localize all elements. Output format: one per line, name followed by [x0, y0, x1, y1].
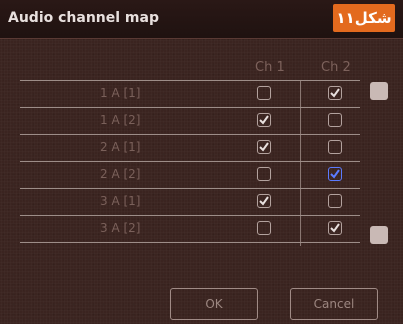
checkmark-icon — [330, 223, 340, 233]
ch2-checkbox[interactable] — [328, 86, 342, 100]
column-header-ch1: Ch 1 — [255, 60, 285, 75]
row-label: 2 A [1] — [100, 140, 141, 154]
row-label: 1 A [1] — [100, 86, 141, 100]
table-row: 2 A [1] — [20, 134, 360, 161]
row-label: 3 A [2] — [100, 221, 141, 235]
checkmark-icon — [259, 142, 269, 152]
ch2-checkbox[interactable] — [328, 113, 342, 127]
dialog-title: Audio channel map — [8, 10, 159, 26]
scroll-up-button[interactable] — [370, 82, 388, 100]
audio-channel-map-dialog: Audio channel map شکل۱۱ Ch 1 Ch 2 1 A [1… — [0, 0, 403, 324]
ch1-checkbox[interactable] — [257, 221, 271, 235]
ok-button[interactable]: OK — [170, 288, 258, 320]
ch2-checkbox[interactable] — [328, 194, 342, 208]
ch1-checkbox[interactable] — [257, 167, 271, 181]
cancel-button[interactable]: Cancel — [290, 288, 378, 320]
checkmark-icon — [330, 169, 340, 179]
table-row: 1 A [2] — [20, 107, 360, 134]
row-label: 1 A [2] — [100, 113, 141, 127]
table-row: 3 A [2] — [20, 215, 360, 243]
scroll-down-button[interactable] — [370, 226, 388, 244]
table-row: 3 A [1] — [20, 188, 360, 215]
checkmark-icon — [330, 88, 340, 98]
vertical-scrollbar[interactable] — [370, 80, 388, 246]
table-row: 1 A [1] — [20, 80, 360, 107]
checkmark-icon — [259, 115, 269, 125]
checkmark-icon — [259, 196, 269, 206]
title-bar: Audio channel map شکل۱۱ — [0, 0, 403, 39]
ch2-checkbox[interactable] — [328, 140, 342, 154]
ch2-checkbox[interactable] — [328, 221, 342, 235]
table-row: 2 A [2] — [20, 161, 360, 188]
ch1-checkbox[interactable] — [257, 194, 271, 208]
ch2-checkbox[interactable] — [328, 167, 342, 181]
ch1-checkbox[interactable] — [257, 113, 271, 127]
row-label: 2 A [2] — [100, 167, 141, 181]
row-label: 3 A [1] — [100, 194, 141, 208]
figure-badge: شکل۱۱ — [333, 4, 395, 32]
column-header-ch2: Ch 2 — [321, 60, 351, 75]
ch1-checkbox[interactable] — [257, 86, 271, 100]
ch1-checkbox[interactable] — [257, 140, 271, 154]
